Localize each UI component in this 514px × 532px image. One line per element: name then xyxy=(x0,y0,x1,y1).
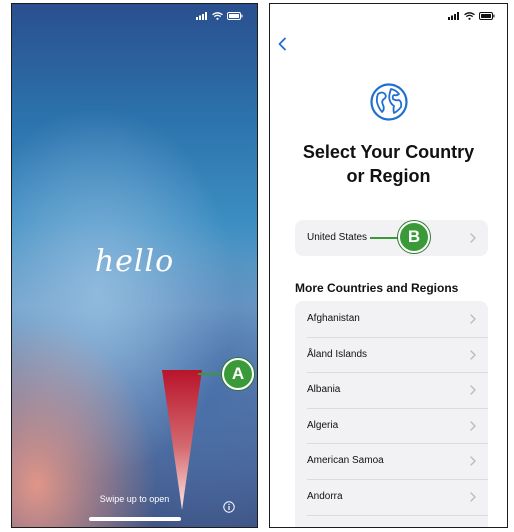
country-label: Albania xyxy=(307,384,341,396)
screenshot-root: hello Swipe up to open A Select Your Cou… xyxy=(0,0,514,532)
callout-a-line xyxy=(198,373,225,375)
country-row-andorra[interactable]: Andorra xyxy=(295,478,488,515)
status-bar xyxy=(448,12,495,20)
wifi-icon xyxy=(212,12,223,20)
more-countries-heading: More Countries and Regions xyxy=(295,281,459,295)
country-row-american-samoa[interactable]: American Samoa xyxy=(295,443,488,479)
country-label: American Samoa xyxy=(307,455,384,467)
chevron-right-icon xyxy=(470,385,476,395)
callout-b-badge: B xyxy=(398,221,430,253)
wifi-icon xyxy=(464,12,475,20)
info-icon[interactable] xyxy=(223,501,235,513)
country-label: Afghanistan xyxy=(307,313,360,324)
country-row-algeria[interactable]: Algeria xyxy=(295,407,488,444)
country-label: Åland Islands xyxy=(307,348,368,360)
signal-icon xyxy=(196,12,207,20)
home-indicator[interactable] xyxy=(89,517,181,521)
page-title-line2: or Region xyxy=(346,166,431,186)
globe-icon xyxy=(370,83,408,121)
chevron-right-icon xyxy=(470,314,476,324)
callout-a-badge: A xyxy=(222,358,254,390)
chevron-right-icon xyxy=(470,233,476,243)
signal-icon xyxy=(448,12,459,20)
page-title: Select Your Country or Region xyxy=(270,140,507,188)
country-label: Algeria xyxy=(307,419,339,431)
chevron-right-icon xyxy=(470,421,476,431)
chevron-right-icon xyxy=(470,456,476,467)
country-list: Afghanistan Åland Islands Albania Algeri… xyxy=(295,301,488,528)
country-row-afghanistan[interactable]: Afghanistan xyxy=(295,301,488,337)
battery-icon xyxy=(479,12,495,20)
select-country-screen: Select Your Country or Region United Sta… xyxy=(269,3,508,528)
country-row-albania[interactable]: Albania xyxy=(295,372,488,408)
battery-icon xyxy=(227,12,243,20)
swipe-up-hint: Swipe up to open xyxy=(99,494,170,504)
chevron-right-icon xyxy=(470,349,476,360)
chevron-right-icon xyxy=(470,492,476,502)
selected-country-label: United States xyxy=(307,232,368,243)
country-label: Andorra xyxy=(307,490,343,502)
country-label: Angola xyxy=(307,515,338,528)
status-bar xyxy=(196,12,243,20)
page-title-line1: Select Your Country xyxy=(302,142,475,162)
arrow-a-indicator xyxy=(162,370,202,510)
hello-screen: hello Swipe up to open xyxy=(11,3,258,528)
back-chevron-icon[interactable] xyxy=(277,37,287,51)
country-row-aland-islands[interactable]: Åland Islands xyxy=(295,336,488,373)
country-row-angola[interactable]: Angola xyxy=(295,514,488,528)
hello-greeting: hello xyxy=(94,244,175,279)
